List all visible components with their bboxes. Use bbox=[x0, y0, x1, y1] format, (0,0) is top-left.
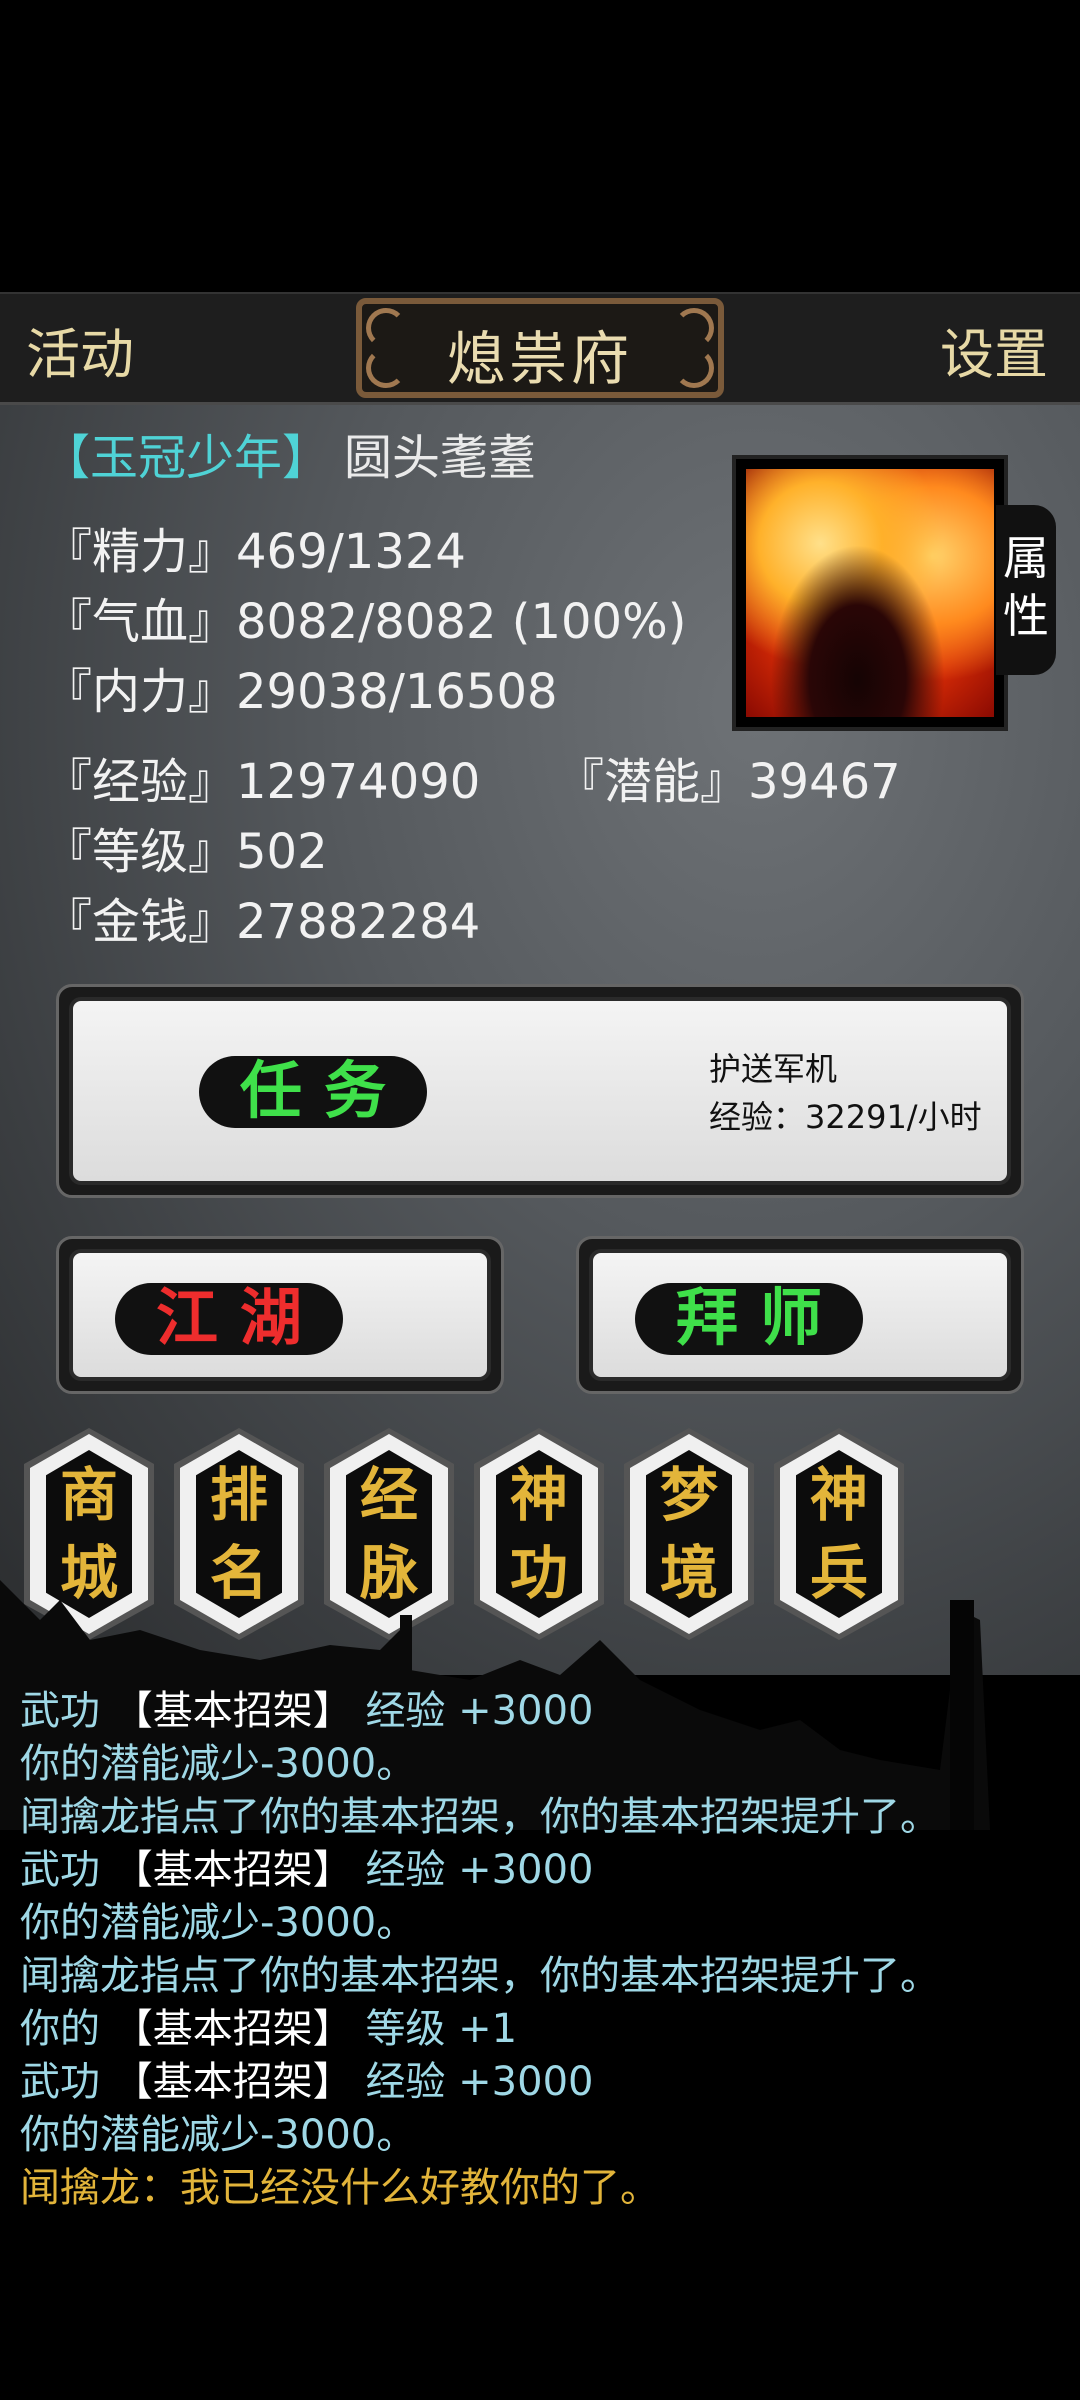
log-skill-name: 【基本招架】 bbox=[100, 2006, 366, 2052]
task-name: 护送军机 bbox=[709, 1050, 838, 1088]
character-title: 【玉冠少年】 bbox=[42, 430, 331, 486]
task-exp-rate: 经验：32291/小时 bbox=[709, 1098, 982, 1136]
attributes-tab-label-2: 性 bbox=[1003, 589, 1049, 643]
log-skill-name: 【基本招架】 bbox=[100, 1688, 366, 1734]
log-prefix: 武功 bbox=[20, 1688, 100, 1734]
activity-button[interactable]: 活动 bbox=[26, 310, 134, 389]
menu-label-char: 商 bbox=[59, 1461, 118, 1529]
menu-label-char: 梦 bbox=[659, 1461, 718, 1529]
menu-label-char: 神 bbox=[809, 1461, 868, 1529]
log-line: 你的潜能减少-3000。 bbox=[20, 1900, 417, 1946]
menu-label-char: 经 bbox=[359, 1461, 418, 1529]
log-line: 闻擒龙指点了你的基本招架，你的基本招架提升了。 bbox=[20, 1953, 940, 1999]
log-suffix: 经验 +3000 bbox=[365, 1688, 594, 1734]
level-stat: 『等级』502 bbox=[44, 824, 328, 880]
attributes-tab[interactable]: 属 性 bbox=[996, 505, 1056, 675]
log-line: 闻擒龙：我已经没什么好教你的了。 bbox=[20, 2165, 660, 2211]
energy-stat: 『精力』469/1324 bbox=[44, 524, 466, 580]
log-line: 闻擒龙指点了你的基本招架，你的基本招架提升了。 bbox=[20, 1794, 940, 1840]
log-suffix: 等级 +1 bbox=[365, 2006, 518, 2052]
log-skill-name: 【基本招架】 bbox=[100, 2059, 366, 2105]
avatar-image bbox=[746, 469, 994, 717]
log-line: 你的潜能减少-3000。 bbox=[20, 1741, 417, 1787]
menu-label-char: 神 bbox=[509, 1461, 568, 1529]
log-suffix: 经验 +3000 bbox=[365, 2059, 594, 2105]
log-prefix: 你的 bbox=[20, 2006, 100, 2052]
character-name: 圆头耄耋 bbox=[344, 430, 537, 486]
baishi-card[interactable]: 拜师 bbox=[576, 1236, 1024, 1394]
internal-power-stat: 『内力』29038/16508 bbox=[44, 664, 558, 720]
money-stat: 『金钱』27882284 bbox=[44, 894, 481, 950]
menu-label-char: 排 bbox=[209, 1461, 268, 1529]
hp-stat: 『气血』8082/8082 (100%) bbox=[44, 594, 687, 650]
task-button[interactable]: 任务 bbox=[199, 1056, 427, 1128]
attributes-tab-label-1: 属 bbox=[1003, 531, 1049, 585]
location-title: 熄祟府 bbox=[446, 325, 633, 393]
log-line: 武功 【基本招架】 经验 +3000 bbox=[20, 2049, 593, 2107]
log-skill-name: 【基本招架】 bbox=[100, 1847, 366, 1893]
jianghu-button[interactable]: 江湖 bbox=[115, 1283, 343, 1355]
task-card[interactable]: 任务 护送军机 经验：32291/小时 bbox=[56, 984, 1024, 1198]
log-line: 你的 【基本招架】 等级 +1 bbox=[20, 1996, 517, 2054]
potential-stat: 『潜能』39467 bbox=[556, 754, 901, 810]
location-title-plaque: 熄祟府 bbox=[356, 298, 724, 398]
avatar[interactable] bbox=[732, 455, 1008, 731]
baishi-button[interactable]: 拜师 bbox=[635, 1283, 863, 1355]
log-line: 你的潜能减少-3000。 bbox=[20, 2112, 417, 2158]
experience-stat: 『经验』12974090 bbox=[44, 754, 481, 810]
log-prefix: 武功 bbox=[20, 1847, 100, 1893]
jianghu-card[interactable]: 江湖 bbox=[56, 1236, 504, 1394]
settings-button[interactable]: 设置 bbox=[940, 310, 1048, 389]
log-prefix: 武功 bbox=[20, 2059, 100, 2105]
log-line: 武功 【基本招架】 经验 +3000 bbox=[20, 1837, 593, 1895]
log-line: 武功 【基本招架】 经验 +3000 bbox=[20, 1678, 593, 1736]
log-suffix: 经验 +3000 bbox=[365, 1847, 594, 1893]
